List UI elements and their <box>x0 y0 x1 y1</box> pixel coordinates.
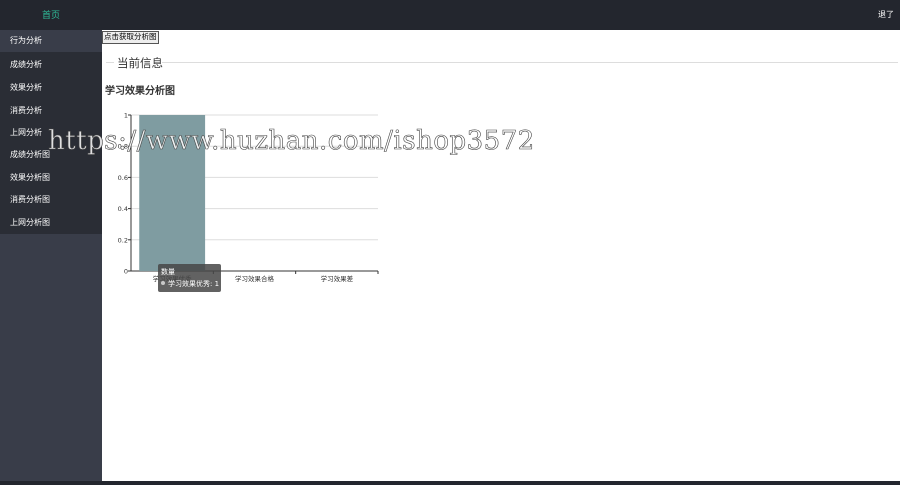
x-tick-label: 学习效果差 <box>321 274 354 283</box>
x-tick-label: 学习效果合格 <box>235 274 275 283</box>
y-tick-label: 0.2 <box>118 236 128 244</box>
y-tick-label: 0.6 <box>118 174 128 182</box>
tooltip-value: 学习效果优秀: 1 <box>168 280 220 288</box>
y-tick-label: 0.4 <box>118 205 128 213</box>
bar-chart: 00.20.40.60.81学习效果优秀学习效果合格学习效果差 <box>118 112 379 283</box>
bar <box>139 115 206 271</box>
chart-tooltip: 数量 学习效果优秀: 1 <box>158 264 221 292</box>
y-tick-label: 0.8 <box>118 143 128 151</box>
y-tick-label: 0 <box>124 268 128 276</box>
tooltip-series-dot <box>161 281 165 285</box>
y-tick-label: 1 <box>124 112 128 120</box>
tooltip-title: 数量 <box>161 268 175 276</box>
